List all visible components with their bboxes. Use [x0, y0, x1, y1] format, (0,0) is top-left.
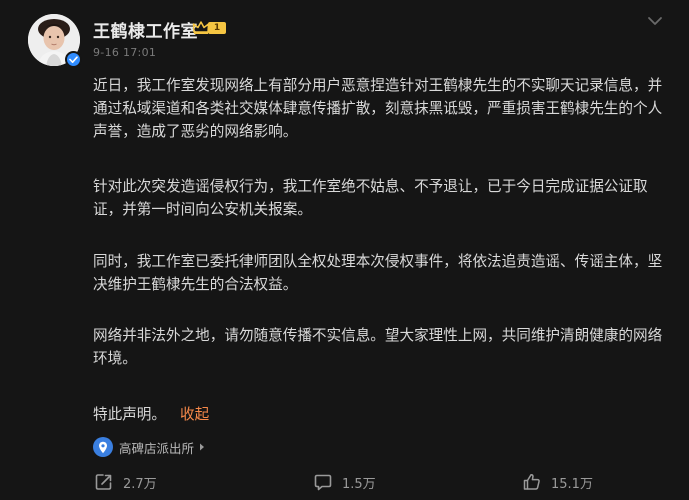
location-label: 高碑店派出所	[119, 440, 195, 456]
fan-level-number: 1	[208, 21, 226, 34]
author-name[interactable]: 王鹤棣工作室	[93, 17, 198, 42]
location-pin-icon	[93, 437, 113, 457]
post-paragraph: 针对此次突发造谣侵权行为，我工作室绝不姑息、不予退让，已于今日完成证据公证取证，…	[93, 178, 648, 218]
share-button[interactable]: 2.7万	[94, 470, 157, 494]
post-closing: 特此声明。 收起	[93, 404, 673, 427]
post-paragraph: 网络并非法外之地，请勿随意传播不实信息。望大家理性上网，共同维护清朗健康的网络环…	[93, 327, 663, 367]
fan-level-badge[interactable]: 1	[192, 20, 226, 35]
weibo-post: 王鹤棣工作室 1 9-16 17:01 近日，我工作室发现网络上有部分用户恶意捏…	[0, 0, 689, 500]
post-paragraph: 近日，我工作室发现网络上有部分用户恶意捏造针对王鹤棣先生的不实聊天记录信息，并通…	[93, 77, 663, 140]
action-bar: 2.7万 1.5万 15.1万	[0, 470, 689, 496]
closing-statement: 特此声明。	[93, 406, 166, 423]
post-paragraph: 同时，我工作室已委托律师团队全权处理本次侵权事件，将依法追责造谣、传谣主体，坚决…	[93, 253, 663, 293]
comment-icon	[314, 474, 332, 491]
like-count: 15.1万	[551, 476, 593, 492]
chevron-down-icon[interactable]	[646, 14, 664, 28]
verified-icon	[65, 51, 82, 68]
avatar[interactable]	[28, 14, 82, 68]
collapse-link[interactable]: 收起	[180, 406, 209, 423]
comment-count: 1.5万	[342, 476, 376, 492]
location-tag[interactable]: 高碑店派出所	[93, 437, 205, 457]
post-timestamp: 9-16 17:01	[93, 46, 157, 59]
share-icon	[95, 474, 112, 490]
share-count: 2.7万	[123, 476, 157, 492]
like-icon	[523, 474, 540, 490]
like-button[interactable]: 15.1万	[522, 470, 593, 494]
chevron-right-icon	[200, 443, 205, 451]
comment-button[interactable]: 1.5万	[313, 470, 376, 494]
